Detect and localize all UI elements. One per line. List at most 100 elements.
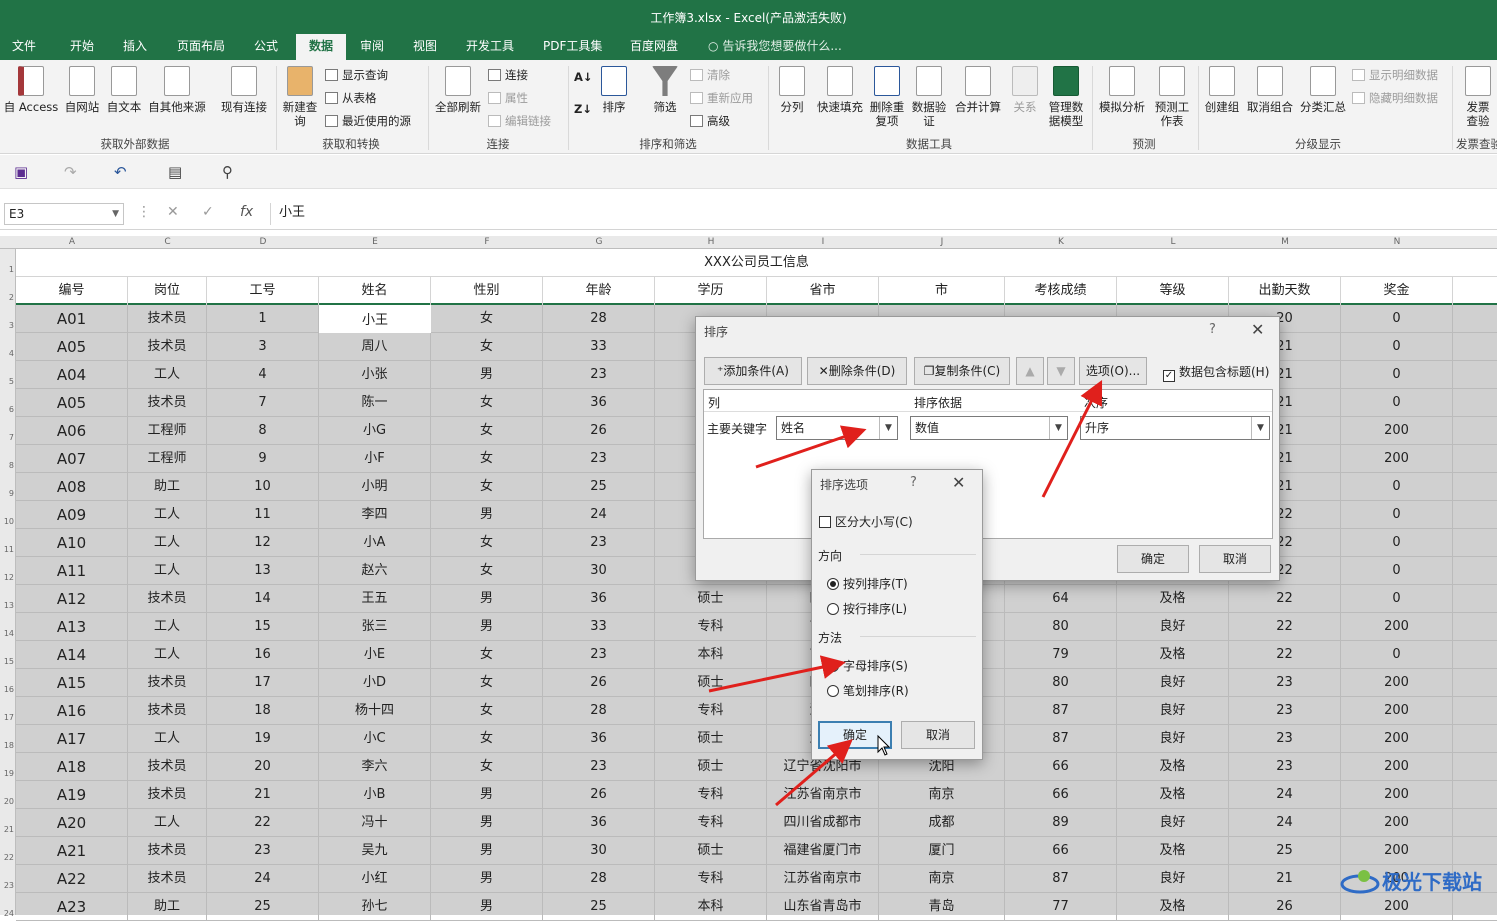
table-cell[interactable]: 0 <box>1341 585 1453 613</box>
column-header[interactable]: F <box>431 237 543 247</box>
table-cell[interactable]: 25 <box>543 893 655 921</box>
header-cell[interactable]: 省市 <box>767 277 879 305</box>
column-header[interactable]: E <box>319 237 431 247</box>
table-cell[interactable]: 24 <box>543 501 655 529</box>
hide-detail-button[interactable]: 隐藏明细数据 <box>1352 90 1438 106</box>
clear-filter-button[interactable]: 清除 <box>690 67 730 83</box>
table-cell[interactable]: 技术员 <box>128 669 207 697</box>
enter-icon[interactable]: ✓ <box>202 204 214 220</box>
table-cell[interactable]: 男 <box>431 585 543 613</box>
table-cell[interactable]: 87 <box>1005 697 1117 725</box>
manage-data-model-button[interactable]: 管理数据模型 <box>1045 66 1087 128</box>
table-cell[interactable]: 技术员 <box>128 697 207 725</box>
header-cell[interactable]: 市 <box>879 277 1005 305</box>
column-header[interactable]: A <box>16 237 128 247</box>
formula-input[interactable]: 小王 <box>270 203 1497 225</box>
table-cell[interactable]: 良好 <box>1117 865 1229 893</box>
table-cell[interactable]: 28 <box>543 697 655 725</box>
table-cell[interactable]: 25 <box>207 893 319 921</box>
options-cancel-button[interactable]: 取消 <box>901 721 975 749</box>
table-cell[interactable]: A17 <box>16 725 128 753</box>
what-if-button[interactable]: 模拟分析 <box>1096 66 1148 114</box>
sort-top-bottom-radio[interactable]: 按列排序(T) <box>827 575 908 592</box>
table-cell[interactable]: 87 <box>1005 725 1117 753</box>
table-cell[interactable]: 男 <box>431 781 543 809</box>
redo-icon[interactable]: ↷ <box>64 163 77 181</box>
column-header[interactable]: D <box>207 237 319 247</box>
column-header[interactable]: C <box>128 237 207 247</box>
table-cell[interactable]: 89 <box>1005 809 1117 837</box>
insert-function-icon[interactable]: fx <box>240 204 253 220</box>
row-header[interactable]: 23 <box>0 881 14 890</box>
table-cell[interactable]: 工人 <box>128 361 207 389</box>
table-cell[interactable]: 25 <box>1229 837 1341 865</box>
table-cell[interactable]: 女 <box>431 753 543 781</box>
table-cell[interactable]: 19 <box>207 725 319 753</box>
table-cell[interactable]: 四川省成都市 <box>767 809 879 837</box>
table-cell[interactable]: 小D <box>319 669 431 697</box>
table-cell[interactable]: 3 <box>207 333 319 361</box>
table-cell[interactable]: 江苏省南京市 <box>767 865 879 893</box>
table-cell[interactable]: 技术员 <box>128 753 207 781</box>
table-cell[interactable]: 200 <box>1341 669 1453 697</box>
row-header[interactable]: 9 <box>0 489 14 498</box>
table-cell[interactable]: 青岛 <box>879 893 1005 921</box>
existing-connections-button[interactable]: 现有连接 <box>218 66 270 114</box>
table-cell[interactable]: 工人 <box>128 809 207 837</box>
table-cell[interactable]: A09 <box>16 501 128 529</box>
table-cell[interactable]: 良好 <box>1117 613 1229 641</box>
sheet-title-cell[interactable]: XXX公司员工信息 <box>16 249 1497 277</box>
row-header[interactable]: 17 <box>0 713 14 722</box>
table-cell[interactable]: A04 <box>16 361 128 389</box>
table-cell[interactable]: 13 <box>207 557 319 585</box>
table-cell[interactable]: 10 <box>207 473 319 501</box>
table-cell[interactable]: 28 <box>543 305 655 333</box>
table-cell[interactable]: 女 <box>431 417 543 445</box>
header-cell[interactable]: 出勤天数 <box>1229 277 1341 305</box>
table-cell[interactable]: 及格 <box>1117 893 1229 921</box>
from-other-button[interactable]: 自其他来源 <box>145 66 209 114</box>
table-cell[interactable]: 11 <box>207 501 319 529</box>
table-cell[interactable]: 30 <box>543 557 655 585</box>
table-cell[interactable]: 26 <box>543 669 655 697</box>
table-cell[interactable]: A18 <box>16 753 128 781</box>
table-cell[interactable]: 18 <box>207 697 319 725</box>
table-cell[interactable]: 南京 <box>879 781 1005 809</box>
table-cell[interactable]: 26 <box>1229 893 1341 921</box>
sort-order-select[interactable]: 升序 ▼ <box>1080 416 1270 440</box>
table-cell[interactable]: 0 <box>1341 557 1453 585</box>
table-cell[interactable]: 技术员 <box>128 389 207 417</box>
table-cell[interactable]: 硕士 <box>655 585 767 613</box>
table-cell[interactable]: 本科 <box>655 641 767 669</box>
table-cell[interactable]: 杨十四 <box>319 697 431 725</box>
header-cell[interactable]: 奖金 <box>1341 277 1453 305</box>
table-cell[interactable]: 22 <box>1229 641 1341 669</box>
relationships-button[interactable]: 关系 <box>1008 66 1042 114</box>
cancel-icon[interactable]: ✕ <box>167 204 179 220</box>
table-cell[interactable]: A14 <box>16 641 128 669</box>
column-header[interactable]: M <box>1229 237 1341 247</box>
row-header[interactable]: 18 <box>0 741 14 750</box>
table-cell[interactable]: 66 <box>1005 781 1117 809</box>
table-cell[interactable]: 4 <box>207 361 319 389</box>
group-button[interactable]: 创建组 <box>1202 66 1242 114</box>
table-cell[interactable]: 技术员 <box>128 333 207 361</box>
table-cell[interactable]: 技术员 <box>128 585 207 613</box>
table-cell[interactable]: 男 <box>431 809 543 837</box>
table-cell[interactable]: 33 <box>543 333 655 361</box>
table-cell[interactable]: 200 <box>1341 725 1453 753</box>
table-cell[interactable]: 硕士 <box>655 669 767 697</box>
copy-level-button[interactable]: ❐复制条件(C) <box>914 357 1010 385</box>
table-cell[interactable]: 26 <box>543 417 655 445</box>
table-cell[interactable]: A08 <box>16 473 128 501</box>
table-cell[interactable]: A20 <box>16 809 128 837</box>
table-cell[interactable]: A05 <box>16 389 128 417</box>
table-cell[interactable]: 0 <box>1341 333 1453 361</box>
table-cell[interactable]: 25 <box>543 473 655 501</box>
tell-me-box[interactable]: ○ 告诉我您想要做什么... <box>708 34 842 58</box>
print-preview-icon[interactable]: ▤ <box>168 163 182 181</box>
table-cell[interactable]: A07 <box>16 445 128 473</box>
tab-page-layout[interactable]: 页面布局 <box>167 34 235 60</box>
row-header[interactable]: 3 <box>0 321 14 330</box>
tab-developer[interactable]: 开发工具 <box>456 34 524 60</box>
